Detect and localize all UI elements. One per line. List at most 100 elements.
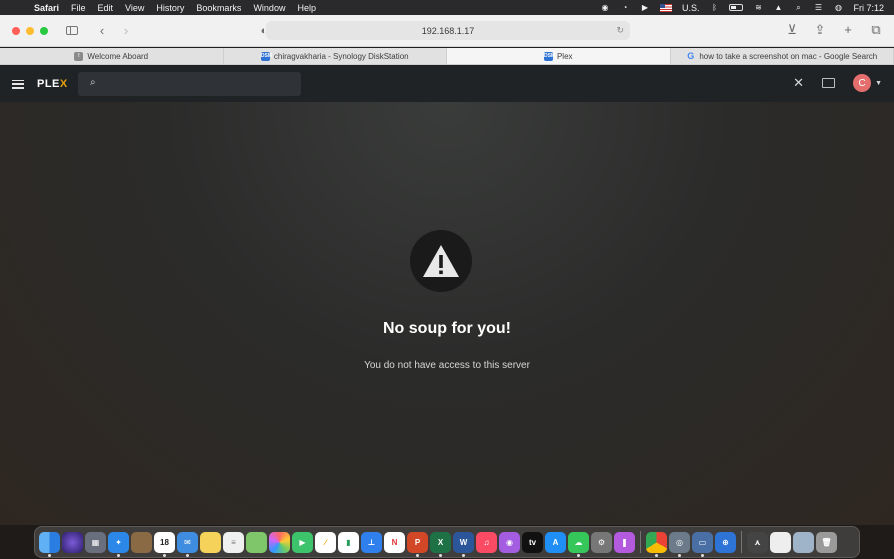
settings-tools-icon[interactable]: ✕ xyxy=(793,75,804,91)
menubar-clock[interactable]: Fri 7:12 xyxy=(853,3,884,13)
reload-icon[interactable]: ↻ xyxy=(616,25,624,36)
us-flag-icon[interactable] xyxy=(659,3,672,12)
plex-header: PLEX ⌕ ✕ C ▼ xyxy=(0,66,894,102)
tab-synology[interactable]: DSM chiragvakharia - Synology DiskStatio… xyxy=(224,48,447,64)
safari-icon[interactable]: ✦ xyxy=(108,531,129,557)
trash-icon[interactable]: 🗑 xyxy=(816,531,837,553)
tab-google-search[interactable]: G how to take a screenshot on mac - Goog… xyxy=(671,48,894,64)
plex-header-actions: ✕ C ▼ xyxy=(793,74,882,92)
menubar-status-area: ◉ ◔ ▶ U.S. ᛒ ≋ ▲ ⌕ ☰ ◍ Fri 7:12 xyxy=(600,3,894,13)
error-title: No soup for you! xyxy=(383,320,511,337)
timer-icon[interactable]: ◔ xyxy=(620,3,630,12)
photos-icon[interactable] xyxy=(269,531,290,553)
hamburger-menu-icon[interactable] xyxy=(12,79,24,89)
notes-icon[interactable] xyxy=(200,531,221,553)
numbers-icon[interactable]: ▮ xyxy=(338,531,359,553)
siri-icon[interactable] xyxy=(62,531,83,553)
music-icon[interactable]: ♫ xyxy=(476,531,497,553)
wifi-icon[interactable]: ≋ xyxy=(753,3,763,12)
error-message: You do not have access to this server xyxy=(364,360,530,371)
tab-plex[interactable]: DSM Plex xyxy=(447,48,671,64)
dock-separator xyxy=(640,531,641,553)
tab-welcome-aboard[interactable]: ! Welcome Aboard xyxy=(0,48,224,64)
creative-cloud-icon[interactable]: ◉ xyxy=(600,3,610,12)
search-icon: ⌕ xyxy=(90,77,96,88)
finder-icon[interactable] xyxy=(39,531,60,557)
acrobat-document-icon[interactable]: ⋏ xyxy=(747,531,768,553)
chrome-icon[interactable] xyxy=(646,531,667,557)
tab-title: chiragvakharia - Synology DiskStation xyxy=(273,51,409,61)
input-source-label[interactable]: U.S. xyxy=(682,3,700,13)
share-icon[interactable]: ⇪ xyxy=(810,22,830,38)
zoom-window-button[interactable] xyxy=(40,26,48,35)
news-icon[interactable]: N xyxy=(384,531,405,553)
user-avatar[interactable]: C xyxy=(853,74,872,92)
bluetooth-icon[interactable]: ᛒ xyxy=(709,3,719,12)
dock-separator xyxy=(741,531,742,553)
address-bar[interactable]: 192.168.1.17 ↻ xyxy=(266,21,630,40)
control-center-icon[interactable]: ☰ xyxy=(813,3,823,12)
document-thumbnail-icon[interactable] xyxy=(770,531,791,553)
downloads-icon[interactable]: ⊻ xyxy=(782,22,802,38)
tab-title: Plex xyxy=(556,51,573,61)
menu-edit[interactable]: Edit xyxy=(92,3,120,13)
zoom-app-icon[interactable]: ⊕ xyxy=(715,531,736,553)
chevron-down-icon[interactable]: ▼ xyxy=(875,80,882,87)
sidebar-toggle-icon[interactable] xyxy=(66,26,78,35)
menu-view[interactable]: View xyxy=(119,3,150,13)
spotlight-search-icon[interactable]: ⌕ xyxy=(793,3,803,12)
siri-icon[interactable]: ◍ xyxy=(833,3,843,12)
screen-sharing-icon[interactable]: ▭ xyxy=(692,531,713,557)
app-store-icon[interactable]: A xyxy=(545,531,566,553)
speech-bubble-app-icon[interactable]: ❚ xyxy=(614,531,635,553)
url-text: 192.168.1.17 xyxy=(421,25,475,36)
menu-bookmarks[interactable]: Bookmarks xyxy=(190,3,247,13)
mail-icon[interactable]: ✉ xyxy=(177,531,198,557)
word-icon[interactable]: W xyxy=(453,531,474,557)
forward-chevron-icon[interactable]: › xyxy=(116,23,136,38)
toolbar-actions: ⊻ ⇪ + ⧉ xyxy=(782,22,886,38)
back-chevron-icon[interactable]: ‹ xyxy=(92,23,112,38)
menu-window[interactable]: Window xyxy=(247,3,291,13)
tab-title: how to take a screenshot on mac - Google… xyxy=(699,51,878,61)
dock-area: ▦ ✦ 18 ✉ ≡ ▶ ∕ ▮ ⊥ N P X W ♫ ◉ tv A ☁ ⚙ … xyxy=(0,525,894,559)
facetime-icon[interactable]: ▶ xyxy=(292,531,313,553)
macos-menu-bar: Safari File Edit View History Bookmarks … xyxy=(0,0,894,15)
search-input[interactable] xyxy=(108,76,293,92)
cast-icon[interactable] xyxy=(822,78,836,88)
tab-title: Welcome Aboard xyxy=(87,51,149,61)
launchpad-icon[interactable]: ▦ xyxy=(85,531,106,553)
contacts-icon[interactable] xyxy=(131,531,152,553)
play-circle-icon[interactable]: ▶ xyxy=(640,3,650,12)
window-controls xyxy=(12,26,48,35)
menu-help[interactable]: Help xyxy=(291,3,322,13)
screenshot-thumbnail-icon[interactable] xyxy=(793,531,814,553)
menu-file[interactable]: File xyxy=(65,3,92,13)
keynote-icon[interactable]: ⊥ xyxy=(361,531,382,553)
system-settings-icon[interactable]: ⚙ xyxy=(591,531,612,553)
maps-icon[interactable] xyxy=(246,531,267,553)
minimize-window-button[interactable] xyxy=(26,26,34,35)
airplay-icon[interactable]: ▲ xyxy=(773,3,783,12)
menu-history[interactable]: History xyxy=(150,3,190,13)
battery-icon[interactable] xyxy=(729,4,744,11)
reminders-icon[interactable]: ≡ xyxy=(223,531,244,553)
menu-app-safari[interactable]: Safari xyxy=(22,3,65,13)
close-window-button[interactable] xyxy=(12,26,20,35)
preview-icon[interactable]: ◎ xyxy=(669,531,690,557)
dsm-favicon-icon: DSM xyxy=(543,51,556,61)
calendar-icon[interactable]: 18 xyxy=(154,531,175,557)
plex-logo[interactable]: PLEX xyxy=(37,78,68,90)
tab-bar: ! Welcome Aboard DSM chiragvakharia - Sy… xyxy=(0,48,894,65)
tab-overview-icon[interactable]: ⧉ xyxy=(866,22,886,38)
new-tab-plus-icon[interactable]: + xyxy=(838,22,858,38)
powerpoint-icon[interactable]: P xyxy=(407,531,428,557)
freeform-icon[interactable]: ∕ xyxy=(315,531,336,553)
podcasts-icon[interactable]: ◉ xyxy=(499,531,520,553)
excel-icon[interactable]: X xyxy=(430,531,451,557)
warning-icon xyxy=(410,230,472,292)
messages-icon[interactable]: ☁ xyxy=(568,531,589,557)
apple-tv-icon[interactable]: tv xyxy=(522,531,543,553)
macos-dock: ▦ ✦ 18 ✉ ≡ ▶ ∕ ▮ ⊥ N P X W ♫ ◉ tv A ☁ ⚙ … xyxy=(34,526,860,558)
plex-search-box[interactable]: ⌕ xyxy=(78,72,301,96)
